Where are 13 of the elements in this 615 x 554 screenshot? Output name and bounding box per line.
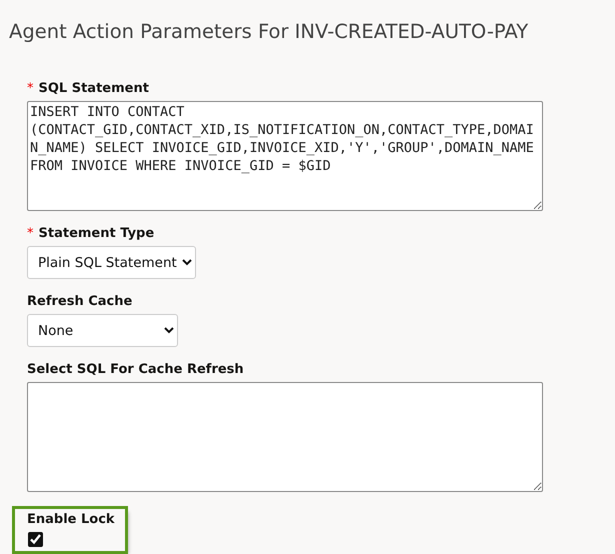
required-marker: *: [27, 226, 34, 241]
field-label: SQL Statement: [38, 81, 149, 96]
text-area[interactable]: [27, 382, 543, 492]
page-title: Agent Action Parameters For INV-CREATED-AUTO-PAY: [9, 20, 530, 44]
field-label: Enable Lock: [27, 512, 115, 527]
field-label: Refresh Cache: [27, 294, 132, 309]
dropdown[interactable]: Plain SQL Statement: [27, 246, 196, 279]
checkbox[interactable]: [28, 532, 43, 547]
dropdown[interactable]: None: [27, 314, 178, 347]
field-label: Select SQL For Cache Refresh: [27, 362, 244, 377]
required-marker: *: [27, 81, 34, 96]
text-area[interactable]: INSERT INTO CONTACT (CONTACT_GID,CONTACT_XID,IS_NOTIFICATION_ON,CONTACT_TYPE,DOMAIN_NAME) SELECT INVOICE_GID,INVOICE_XID,'Y','GROUP',DOMAIN_NAME FROM INVOICE WHERE INVOICE_GID = $GID: [27, 101, 543, 211]
field-label: Statement Type: [38, 226, 154, 241]
